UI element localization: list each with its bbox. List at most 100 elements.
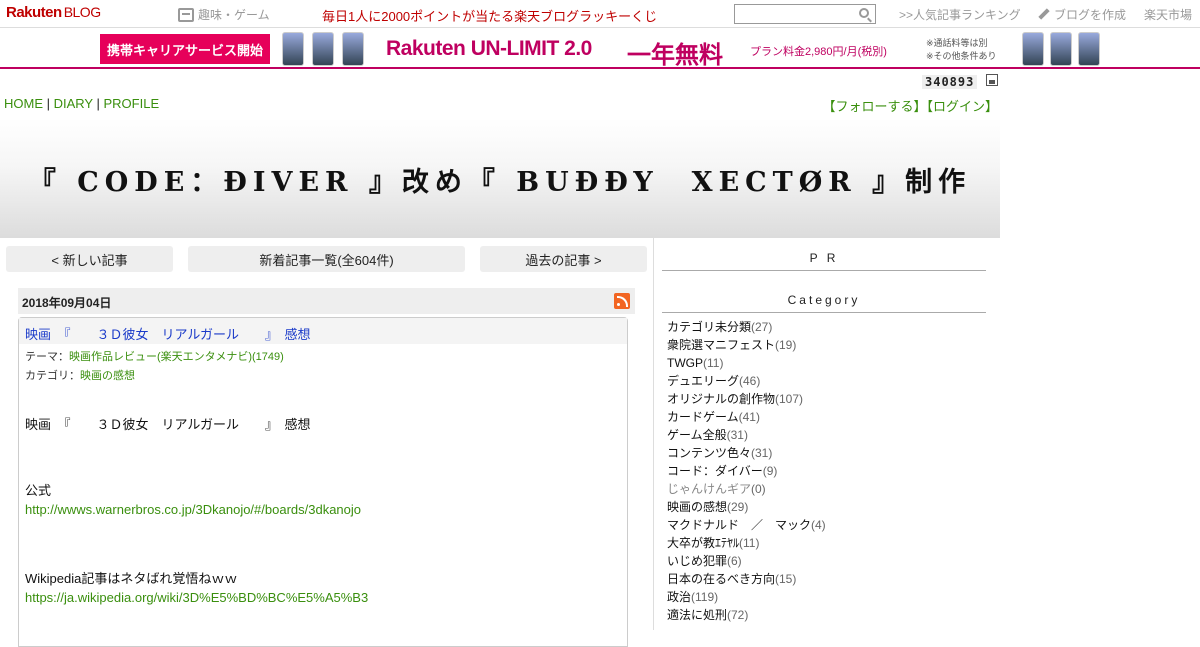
ad-banner-inner: 携帯キャリアサービス開始 Rakuten UN-LIMIT 2.0 一年無料 プ…: [100, 31, 1100, 69]
rakuten-blog-logo[interactable]: Rakuten BLOG: [6, 4, 101, 21]
game-controller-icon: [178, 7, 194, 22]
article-title[interactable]: 映画 『 ３Ｄ彼女 リアルガール 』 感想: [19, 318, 627, 344]
rakuten-ichiba-link[interactable]: 楽天市場: [1144, 6, 1192, 23]
phone-image: [1050, 32, 1072, 66]
category-link[interactable]: 映画の感想: [80, 370, 135, 382]
category-name[interactable]: 映画の感想: [667, 500, 727, 514]
category-name[interactable]: カードゲーム: [667, 410, 739, 424]
date-header: 2018年09月04日: [18, 288, 635, 314]
category-item[interactable]: カードゲーム(41): [667, 408, 826, 426]
article: 映画 『 ３Ｄ彼女 リアルガール 』 感想 テーマ：映画作品レビュー(楽天エンタ…: [18, 317, 628, 647]
category-item[interactable]: コンテンツ色々(31): [667, 444, 826, 462]
category-count: (72): [727, 608, 749, 622]
category-name[interactable]: ゲーム全般: [667, 428, 727, 442]
banner-note: ※その他条件あり: [926, 51, 997, 61]
category-name[interactable]: TWGP: [667, 356, 703, 370]
banner-notes: ※通話料等は別 ※その他条件あり: [926, 37, 997, 63]
category-name[interactable]: 日本の在るべき方向: [667, 572, 775, 586]
login-link[interactable]: 【ログイン】: [926, 99, 998, 114]
category-name[interactable]: コード：ダイバー: [667, 464, 763, 478]
user-actions: 【フォローする】【ログイン】: [822, 96, 998, 115]
pr-heading: P R: [662, 251, 986, 271]
category-item[interactable]: 衆院選マニフェスト(19): [667, 336, 826, 354]
newer-post-button[interactable]: < 新しい記事: [6, 246, 173, 272]
create-blog-link[interactable]: ブログを作成: [1038, 6, 1126, 23]
wiki-label: Wikipedia記事はネタばれ覚悟ねｗｗ: [25, 571, 238, 586]
category-item[interactable]: カテゴリ未分類(27): [667, 318, 826, 336]
top-bar: Rakuten BLOG 趣味・ゲーム 毎日1人に2000ポイントが当たる楽天ブロ…: [0, 0, 1200, 28]
free-text: 一年無料: [627, 42, 723, 69]
category-item[interactable]: じゃんけんギア(0): [667, 480, 826, 498]
category-name[interactable]: 大卒が教ｴﾃﾔﾙ: [667, 536, 739, 550]
category-name[interactable]: コンテンツ色々: [667, 446, 751, 460]
category-item[interactable]: 適法に処刑(72): [667, 606, 826, 624]
category-item[interactable]: デュエリーグ(46): [667, 372, 826, 390]
hobby-label: 趣味・ゲーム: [198, 8, 270, 22]
category-count: (11): [703, 356, 724, 370]
category-item[interactable]: ゲーム全般(31): [667, 426, 826, 444]
category-item[interactable]: マクドナルド ／ マック(4): [667, 516, 826, 534]
category-count: (4): [811, 518, 826, 532]
category-item[interactable]: 映画の感想(29): [667, 498, 826, 516]
category-name[interactable]: いじめ犯罪: [667, 554, 727, 568]
price-text: プラン料金2,980円/月(税別): [750, 46, 887, 58]
category-count: (119): [691, 590, 719, 604]
official-link[interactable]: http://wwws.warnerbros.co.jp/3Dkanojo/#/…: [25, 502, 361, 517]
article-theme: テーマ：映画作品レビュー(楽天エンタメナビ)(1749): [25, 348, 284, 364]
category-item[interactable]: TWGP(11): [667, 354, 826, 372]
main-column: < 新しい記事 新着記事一覧(全604件) 過去の記事 > 2018年09月04…: [0, 238, 654, 647]
post-list-button[interactable]: 新着記事一覧(全604件): [188, 246, 465, 272]
category-name[interactable]: 衆院選マニフェスト: [667, 338, 775, 352]
search-icon[interactable]: [859, 8, 869, 18]
category-item[interactable]: オリジナルの創作物(107): [667, 390, 826, 408]
logo-text: Rakuten: [6, 4, 62, 21]
carrier-service-button[interactable]: 携帯キャリアサービス開始: [100, 34, 270, 64]
unlimit-title: Rakuten UN-LIMIT 2.0: [386, 37, 592, 61]
category-item[interactable]: コード：ダイバー(9): [667, 462, 826, 480]
ad-banner[interactable]: 携帯キャリアサービス開始 Rakuten UN-LIMIT 2.0 一年無料 プ…: [0, 29, 1200, 69]
category-name[interactable]: オリジナルの創作物: [667, 392, 775, 406]
counter-info-icon[interactable]: [986, 74, 998, 86]
theme-link[interactable]: 映画作品レビュー(楽天エンタメナビ)(1749): [69, 351, 284, 363]
category-item[interactable]: 日本の在るべき方向(15): [667, 570, 826, 588]
category-count: (9): [762, 464, 778, 478]
category-count: (41): [738, 410, 760, 424]
lucky-lottery-link[interactable]: 毎日1人に2000ポイントが当たる楽天ブログラッキーくじ: [322, 6, 657, 25]
category-count: (107): [775, 392, 804, 406]
phone-image: [312, 32, 334, 66]
phone-image: [282, 32, 304, 66]
nav-separator: |: [43, 96, 54, 111]
wiki-link[interactable]: https://ja.wikipedia.org/wiki/3D%E5%BD%B…: [25, 590, 368, 605]
hobby-game-link[interactable]: 趣味・ゲーム: [178, 6, 270, 23]
nav-diary[interactable]: DIARY: [54, 96, 93, 111]
blog-title[interactable]: 『 CODE：ÐIVER 』改め『 BUÐÐY XECTØR 』制作: [0, 160, 1000, 199]
category-item[interactable]: いじめ犯罪(6): [667, 552, 826, 570]
category-name[interactable]: 適法に処刑: [667, 608, 727, 622]
search-input[interactable]: [734, 4, 876, 24]
older-post-button[interactable]: 過去の記事 >: [480, 246, 647, 272]
nav-profile[interactable]: PROFILE: [103, 96, 159, 111]
rss-icon[interactable]: [614, 293, 630, 309]
follow-link[interactable]: 【フォローする】: [822, 99, 926, 114]
category-heading: Category: [662, 293, 986, 313]
category-count: (15): [775, 572, 797, 586]
category-count: (31): [726, 428, 748, 442]
article-category: カテゴリ：映画の感想: [25, 367, 135, 383]
create-blog-label: ブログを作成: [1054, 8, 1127, 22]
category-name[interactable]: じゃんけんギア: [667, 482, 751, 496]
category-item[interactable]: 政治(119): [667, 588, 826, 606]
category-count: (27): [751, 320, 773, 334]
ranking-link[interactable]: >>人気記事ランキング: [899, 6, 1021, 23]
nav-home[interactable]: HOME: [4, 96, 43, 111]
category-name[interactable]: デュエリーグ: [667, 374, 739, 388]
category-count: (31): [751, 446, 773, 460]
nav-separator: |: [92, 96, 104, 111]
pencil-icon: [1038, 8, 1050, 20]
category-name[interactable]: マクドナルド ／ マック: [667, 518, 811, 532]
category-item[interactable]: 大卒が教ｴﾃﾔﾙ(11): [667, 534, 826, 552]
phone-image: [1022, 32, 1044, 66]
category-name[interactable]: カテゴリ未分類: [667, 320, 751, 334]
category-list: カテゴリ未分類(27) 衆院選マニフェスト(19) TWGP(11) デュエリーグ(4…: [667, 318, 826, 624]
post-date: 2018年09月04日: [22, 296, 112, 310]
category-name[interactable]: 政治: [667, 590, 691, 604]
